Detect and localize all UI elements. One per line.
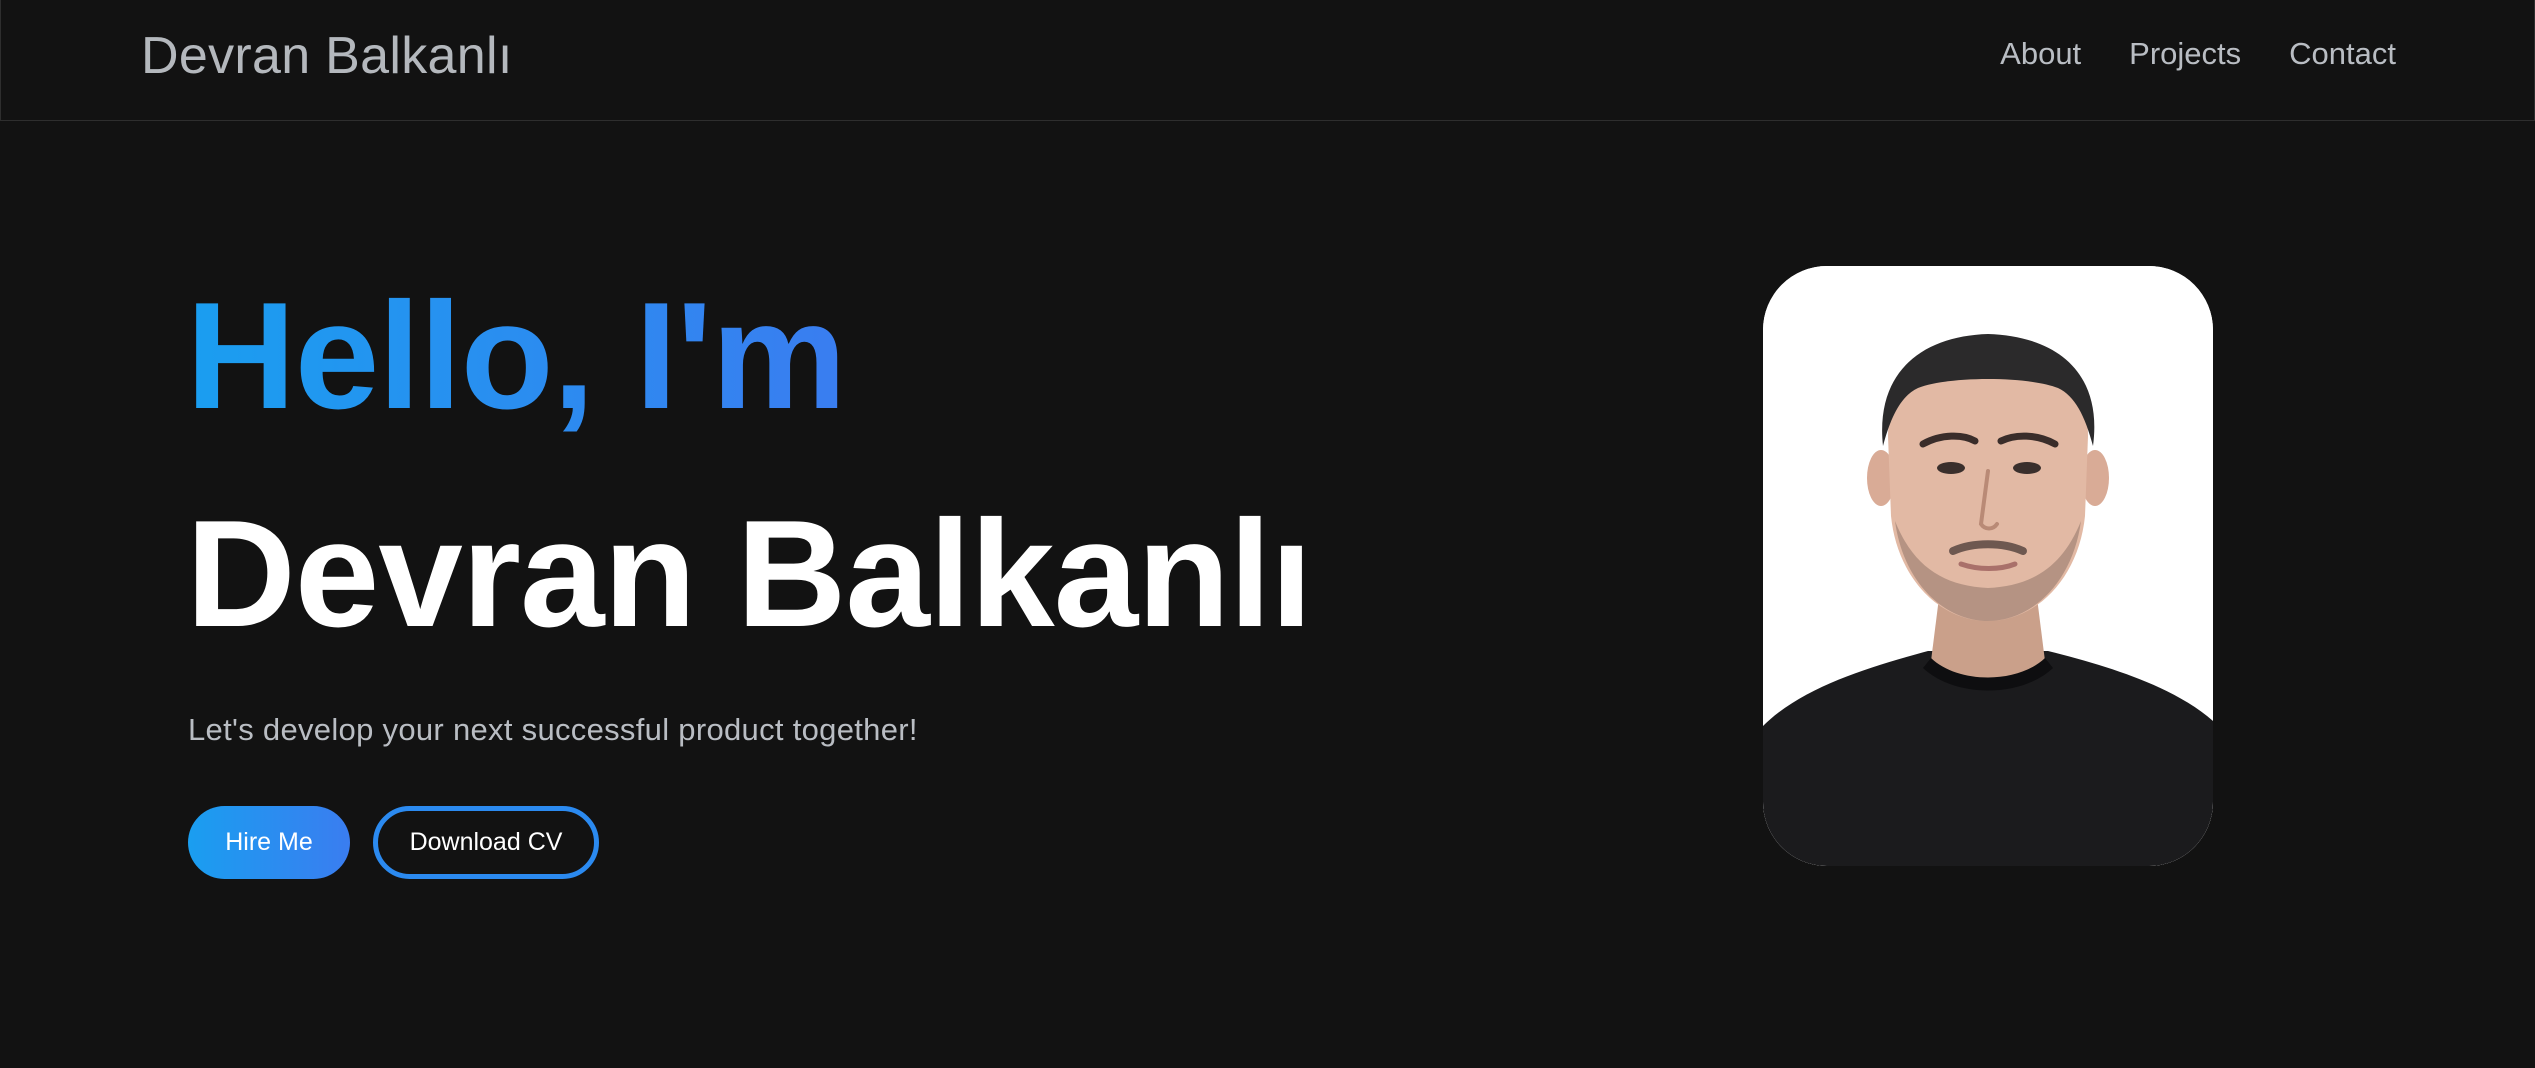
- nav-link-contact[interactable]: Contact: [2289, 36, 2396, 72]
- navbar: Devran Balkanlı About Projects Contact: [0, 0, 2535, 121]
- hire-me-button[interactable]: Hire Me: [188, 806, 350, 879]
- hero-tagline: Let's develop your next successful produ…: [188, 712, 918, 747]
- hero-greeting: Hello, I'm: [186, 271, 847, 441]
- nav-link-about[interactable]: About: [2000, 36, 2081, 72]
- nav-links: About Projects Contact: [2000, 36, 2396, 72]
- brand-logo-link[interactable]: Devran Balkanlı: [141, 26, 513, 86]
- portrait-illustration: [1763, 266, 2213, 866]
- download-cv-button[interactable]: Download CV: [373, 806, 599, 879]
- nav-link-projects[interactable]: Projects: [2129, 36, 2241, 72]
- hero-name: Devran Balkanlı: [186, 489, 1313, 659]
- profile-photo: [1763, 266, 2213, 866]
